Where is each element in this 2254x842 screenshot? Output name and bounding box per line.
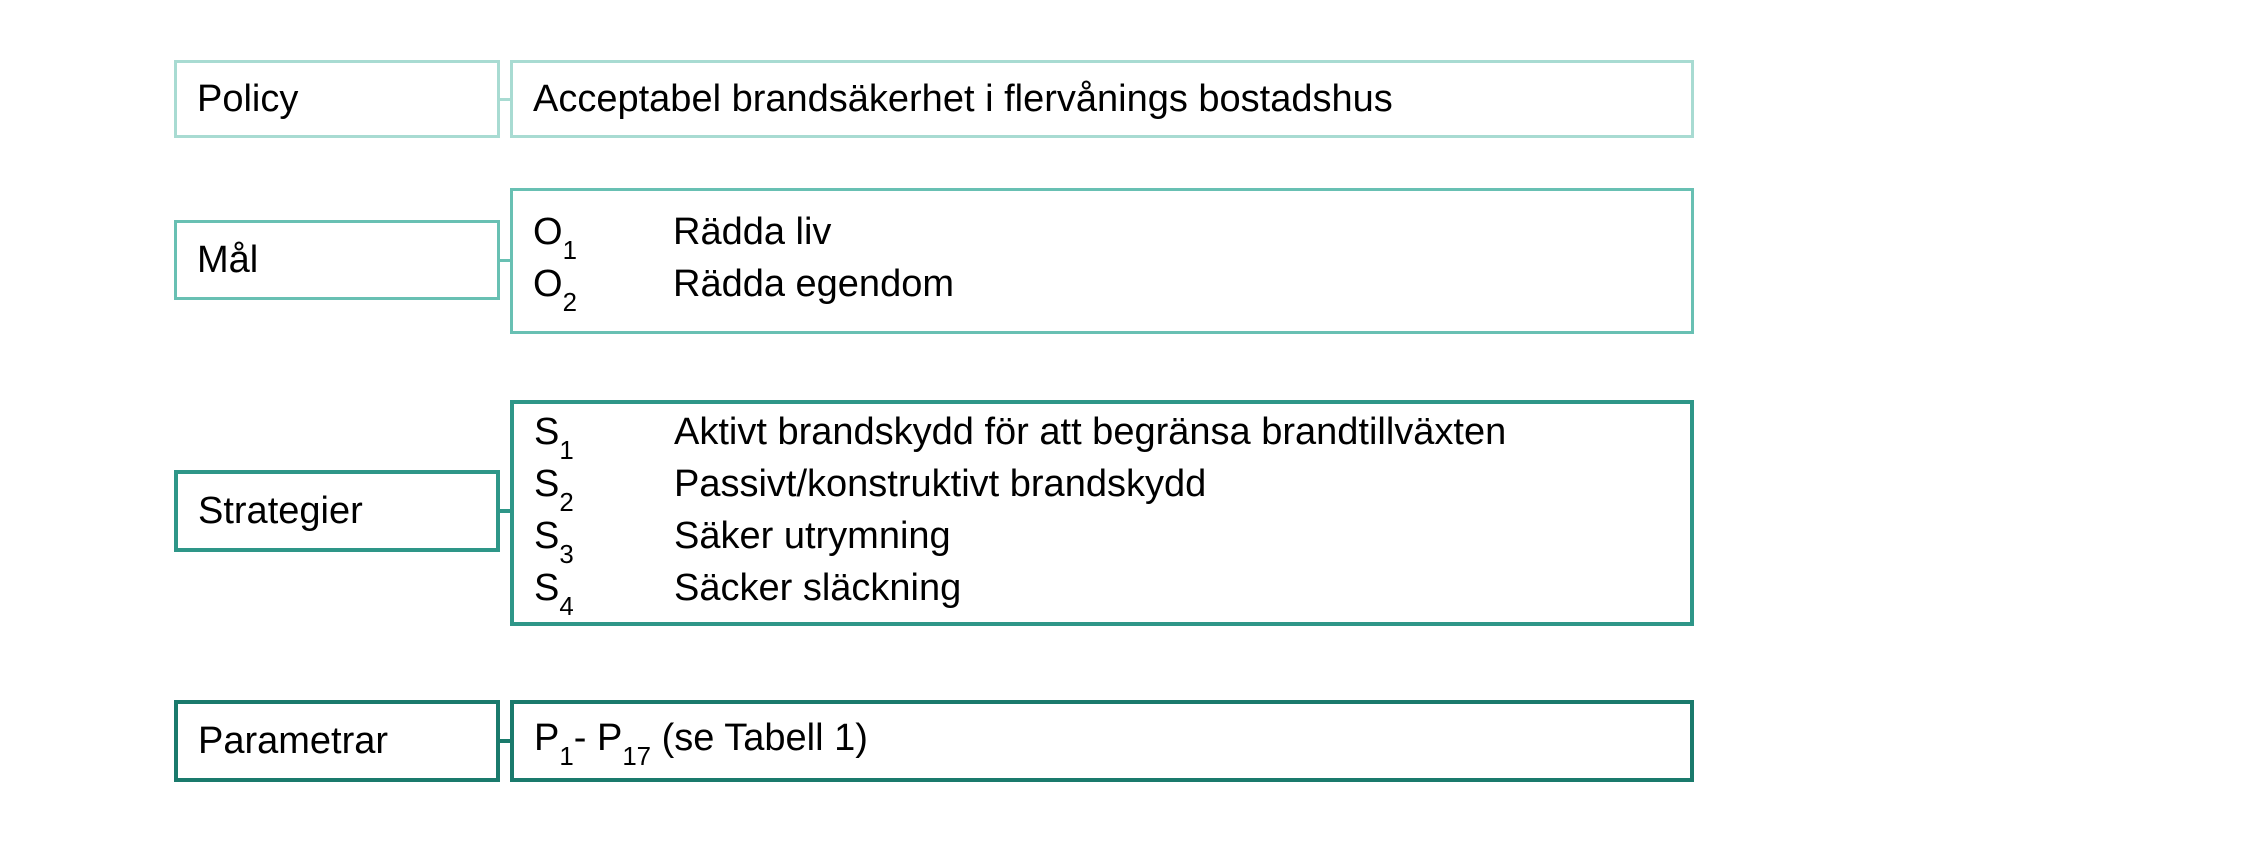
list-item: O2Rädda egendom xyxy=(533,261,954,313)
label-box-mal: Mål xyxy=(174,220,500,300)
item-text: Säcker släckning xyxy=(674,565,961,611)
label-box-parametrar: Parametrar xyxy=(174,700,500,782)
label-box-policy: Policy xyxy=(174,60,500,138)
list-item: S3Säker utrymning xyxy=(534,513,951,565)
item-text: Passivt/konstruktivt brandskydd xyxy=(674,461,1206,507)
list-item: O1Rädda liv xyxy=(533,209,831,261)
item-text: Rädda egendom xyxy=(673,261,954,307)
item-id: S3 xyxy=(534,513,674,565)
label-text-strategier: Strategier xyxy=(198,490,363,533)
label-box-strategier: Strategier xyxy=(174,470,500,552)
item-id: O2 xyxy=(533,261,673,313)
list-item: S2Passivt/konstruktivt brandskydd xyxy=(534,461,1206,513)
content-box-parametrar: P1- P17 (se Tabell 1) xyxy=(510,700,1694,782)
item-text: Säker utrymning xyxy=(674,513,951,559)
content-box-mal: O1Rädda livO2Rädda egendom xyxy=(510,188,1694,334)
label-text-mal: Mål xyxy=(197,239,258,282)
item-text: Rädda liv xyxy=(673,209,831,255)
list-item: S1Aktivt brandskydd för att begränsa bra… xyxy=(534,409,1506,461)
label-text-parametrar: Parametrar xyxy=(198,720,388,763)
content-range-parametrar: P1- P17 (se Tabell 1) xyxy=(534,717,868,766)
label-text-policy: Policy xyxy=(197,78,298,121)
item-id: S1 xyxy=(534,409,674,461)
content-box-policy: Acceptabel brandsäkerhet i flervånings b… xyxy=(510,60,1694,138)
item-id: S4 xyxy=(534,565,674,617)
content-text-policy: Acceptabel brandsäkerhet i flervånings b… xyxy=(533,78,1393,121)
item-id: O1 xyxy=(533,209,673,261)
item-text: Aktivt brandskydd för att begränsa brand… xyxy=(674,409,1506,455)
content-box-strategier: S1Aktivt brandskydd för att begränsa bra… xyxy=(510,400,1694,626)
item-id: S2 xyxy=(534,461,674,513)
list-item: S4Säcker släckning xyxy=(534,565,961,617)
